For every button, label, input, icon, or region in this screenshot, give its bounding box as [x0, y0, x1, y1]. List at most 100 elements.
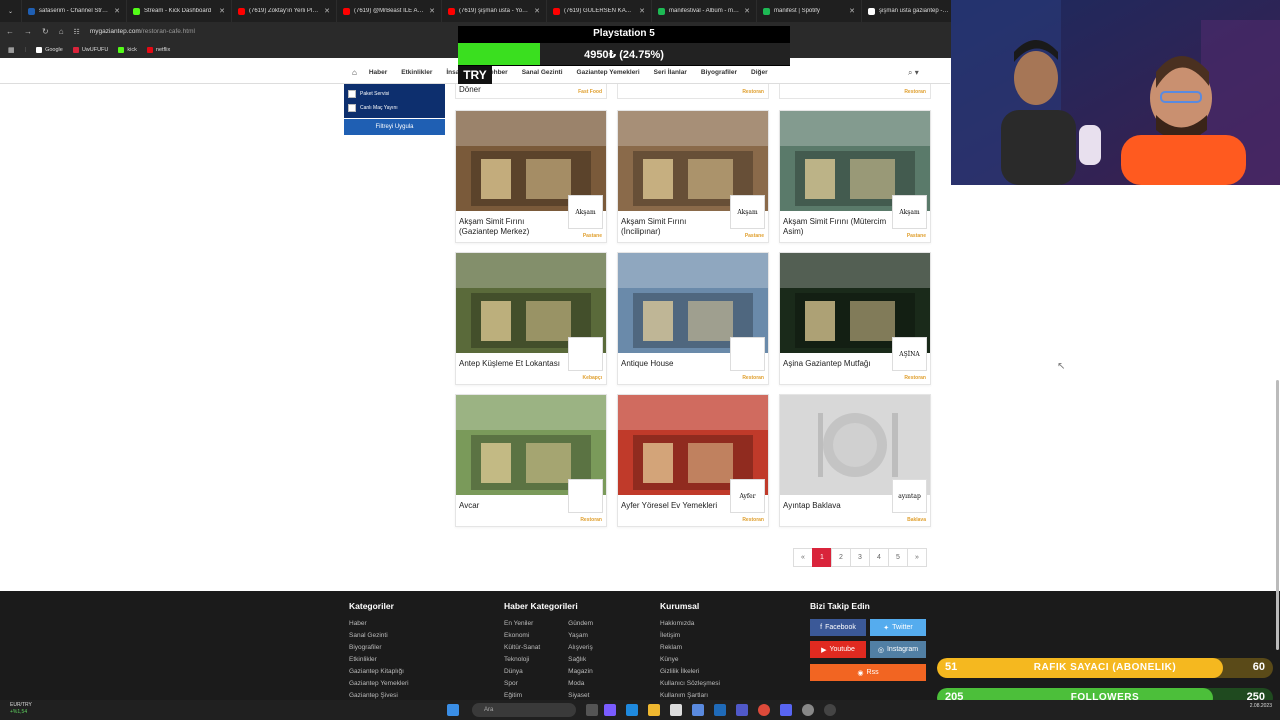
listing-name[interactable]: Akşam Simit Fırını (Gaziantep Merkez)	[459, 217, 564, 237]
browser-tab[interactable]: manifest | Spotify ✕	[757, 0, 862, 22]
teams-icon[interactable]	[736, 704, 748, 716]
site-info-icon[interactable]: ☷	[74, 28, 80, 36]
footer-link[interactable]: Künye	[660, 656, 720, 668]
page-link[interactable]: 2	[831, 548, 851, 567]
listing-category[interactable]: Pastane	[907, 233, 926, 239]
close-icon[interactable]: ✕	[849, 7, 855, 15]
footer-link[interactable]: Sanal Gezinti	[349, 632, 409, 644]
back-icon[interactable]: ←	[6, 27, 14, 36]
taskbar-search[interactable]: Ara	[472, 703, 576, 717]
browser-tab[interactable]: manifestival - Albüm - ma... ✕	[652, 0, 757, 22]
close-icon[interactable]: ✕	[219, 7, 225, 15]
nav-item[interactable]: Biyografiler	[701, 69, 737, 76]
listing-card[interactable]: Antique House Restoran	[617, 252, 769, 385]
filter-option[interactable]: Canlı Maç Yayını	[348, 101, 441, 115]
filter-option[interactable]: Paket Servisi	[348, 87, 441, 101]
listing-name[interactable]: Akşam Simit Fırını (Mütercim Asim)	[783, 217, 888, 237]
listing-category[interactable]: Baklava	[907, 517, 926, 523]
listing-category[interactable]: Restoran	[580, 517, 602, 523]
listing-card-partial[interactable]: Döner Fast Food	[455, 84, 607, 99]
close-icon[interactable]: ✕	[429, 7, 435, 15]
footer-link[interactable]: En Yeniler	[504, 620, 540, 632]
footer-link[interactable]: Teknoloji	[504, 656, 540, 668]
listing-category[interactable]: Restoran	[742, 375, 764, 381]
listing-card[interactable]: Aşina Gaziantep Mutfağı AŞİNA Restoran	[779, 252, 931, 385]
footer-link[interactable]: Hakkımızda	[660, 620, 720, 632]
listing-category[interactable]: Kebapçı	[583, 375, 602, 381]
listing-card[interactable]: Akşam Simit Fırını (Mütercim Asim) Akşam…	[779, 110, 931, 243]
mail-icon[interactable]	[692, 704, 704, 716]
nav-item[interactable]: Gaziantep Yemekleri	[577, 69, 640, 76]
outlook-icon[interactable]	[714, 704, 726, 716]
bookmark-item[interactable]: UwUFUFU	[72, 46, 108, 53]
close-icon[interactable]: ✕	[114, 7, 120, 15]
listing-name[interactable]: Akşam Simit Fırını (İncilipınar)	[621, 217, 726, 237]
listing-card-partial[interactable]: Restoran	[779, 84, 931, 99]
store-icon[interactable]	[670, 704, 682, 716]
browser-tab[interactable]: (7619) @MrBeast İLE AFRİ...✕	[337, 0, 442, 22]
nav-item[interactable]: Haber	[369, 69, 387, 76]
listing-card-partial[interactable]: Restoran	[617, 84, 769, 99]
footer-link[interactable]: Biyografiler	[349, 644, 409, 656]
close-icon[interactable]: ✕	[639, 7, 645, 15]
listing-card[interactable]: Akşam Simit Fırını (İncilipınar) Akşam P…	[617, 110, 769, 243]
system-clock[interactable]: 2.08.2023	[1250, 703, 1272, 710]
start-icon[interactable]	[447, 704, 459, 716]
tab-menu-button[interactable]: ⌄	[0, 0, 22, 22]
listing-name[interactable]: Antique House	[621, 359, 726, 369]
checkbox[interactable]	[348, 90, 356, 98]
browser-tab[interactable]: Stream - Kick Dashboard ✕	[127, 0, 232, 22]
browser-tab[interactable]: safaserim - Channel Strea... ✕	[22, 0, 127, 22]
listing-category[interactable]: Restoran	[742, 517, 764, 523]
listing-name[interactable]: Ayfer Yöresel Ev Yemekleri	[621, 501, 726, 511]
listing-card[interactable]: Antep Küşleme Et Lokantası Kebapçı	[455, 252, 607, 385]
listing-card[interactable]: Akşam Simit Fırını (Gaziantep Merkez) Ak…	[455, 110, 607, 243]
nav-item[interactable]: Etkinlikler	[401, 69, 432, 76]
footer-link[interactable]: Sağlık	[568, 656, 593, 668]
footer-link[interactable]: Reklam	[660, 644, 720, 656]
page-scrollbar[interactable]	[1276, 380, 1279, 650]
bookmark-item[interactable]: kick	[118, 46, 137, 53]
page-link[interactable]: 4	[869, 548, 889, 567]
url-field[interactable]: mygaziantep.com/restoran-cafe.html	[90, 28, 195, 35]
chrome-icon[interactable]	[758, 704, 770, 716]
instagram-button[interactable]: ◎ Instagram	[870, 641, 926, 658]
home-icon[interactable]: ⌂	[352, 68, 357, 77]
browser-tab[interactable]: (7619) şişman usta - YouT... ✕	[442, 0, 547, 22]
app-icon[interactable]	[604, 704, 616, 716]
footer-link[interactable]: Alışveriş	[568, 644, 593, 656]
discord-icon[interactable]	[780, 704, 792, 716]
listing-name[interactable]: Aşina Gaziantep Mutfağı	[783, 359, 888, 369]
folder-icon[interactable]	[648, 704, 660, 716]
edge-icon[interactable]	[626, 704, 638, 716]
youtube-button[interactable]: ▶ Youtube	[810, 641, 866, 658]
task-view-icon[interactable]	[586, 704, 598, 716]
rss-button[interactable]: ◉ Rss	[810, 664, 926, 681]
page-link[interactable]: «	[793, 548, 813, 567]
nav-item[interactable]: Seri İlanlar	[654, 69, 687, 76]
close-icon[interactable]: ✕	[744, 7, 750, 15]
footer-link[interactable]: Haber	[349, 620, 409, 632]
footer-link[interactable]: Gaziantep Yemekleri	[349, 680, 409, 692]
apps-icon[interactable]: ▦	[8, 46, 15, 54]
footer-link[interactable]: Dünya	[504, 668, 540, 680]
footer-link[interactable]: Gündem	[568, 620, 593, 632]
page-link[interactable]: 1	[812, 548, 832, 567]
listing-category[interactable]: Pastane	[583, 233, 602, 239]
page-link[interactable]: 5	[888, 548, 908, 567]
listing-category[interactable]: Restoran	[904, 375, 926, 381]
media-icon[interactable]	[824, 704, 836, 716]
facebook-button[interactable]: f Facebook	[810, 619, 866, 636]
nav-item[interactable]: Diğer	[751, 69, 768, 76]
footer-link[interactable]: Spor	[504, 680, 540, 692]
footer-link[interactable]: Gizlilik İlkeleri	[660, 668, 720, 680]
search-icon[interactable]: ⌕ ▾	[908, 68, 919, 78]
bookmark-item[interactable]: Google	[36, 46, 63, 53]
footer-link[interactable]: Moda	[568, 680, 593, 692]
browser-tab[interactable]: (7619) GÜLERSEN KAYBE...✕	[547, 0, 652, 22]
page-link[interactable]: 3	[850, 548, 870, 567]
close-icon[interactable]: ✕	[324, 7, 330, 15]
listing-name[interactable]: Avcar	[459, 501, 564, 511]
listing-card[interactable]: Ayıntap Baklava ayıntap Baklava	[779, 394, 931, 527]
page-link[interactable]: »	[907, 548, 927, 567]
